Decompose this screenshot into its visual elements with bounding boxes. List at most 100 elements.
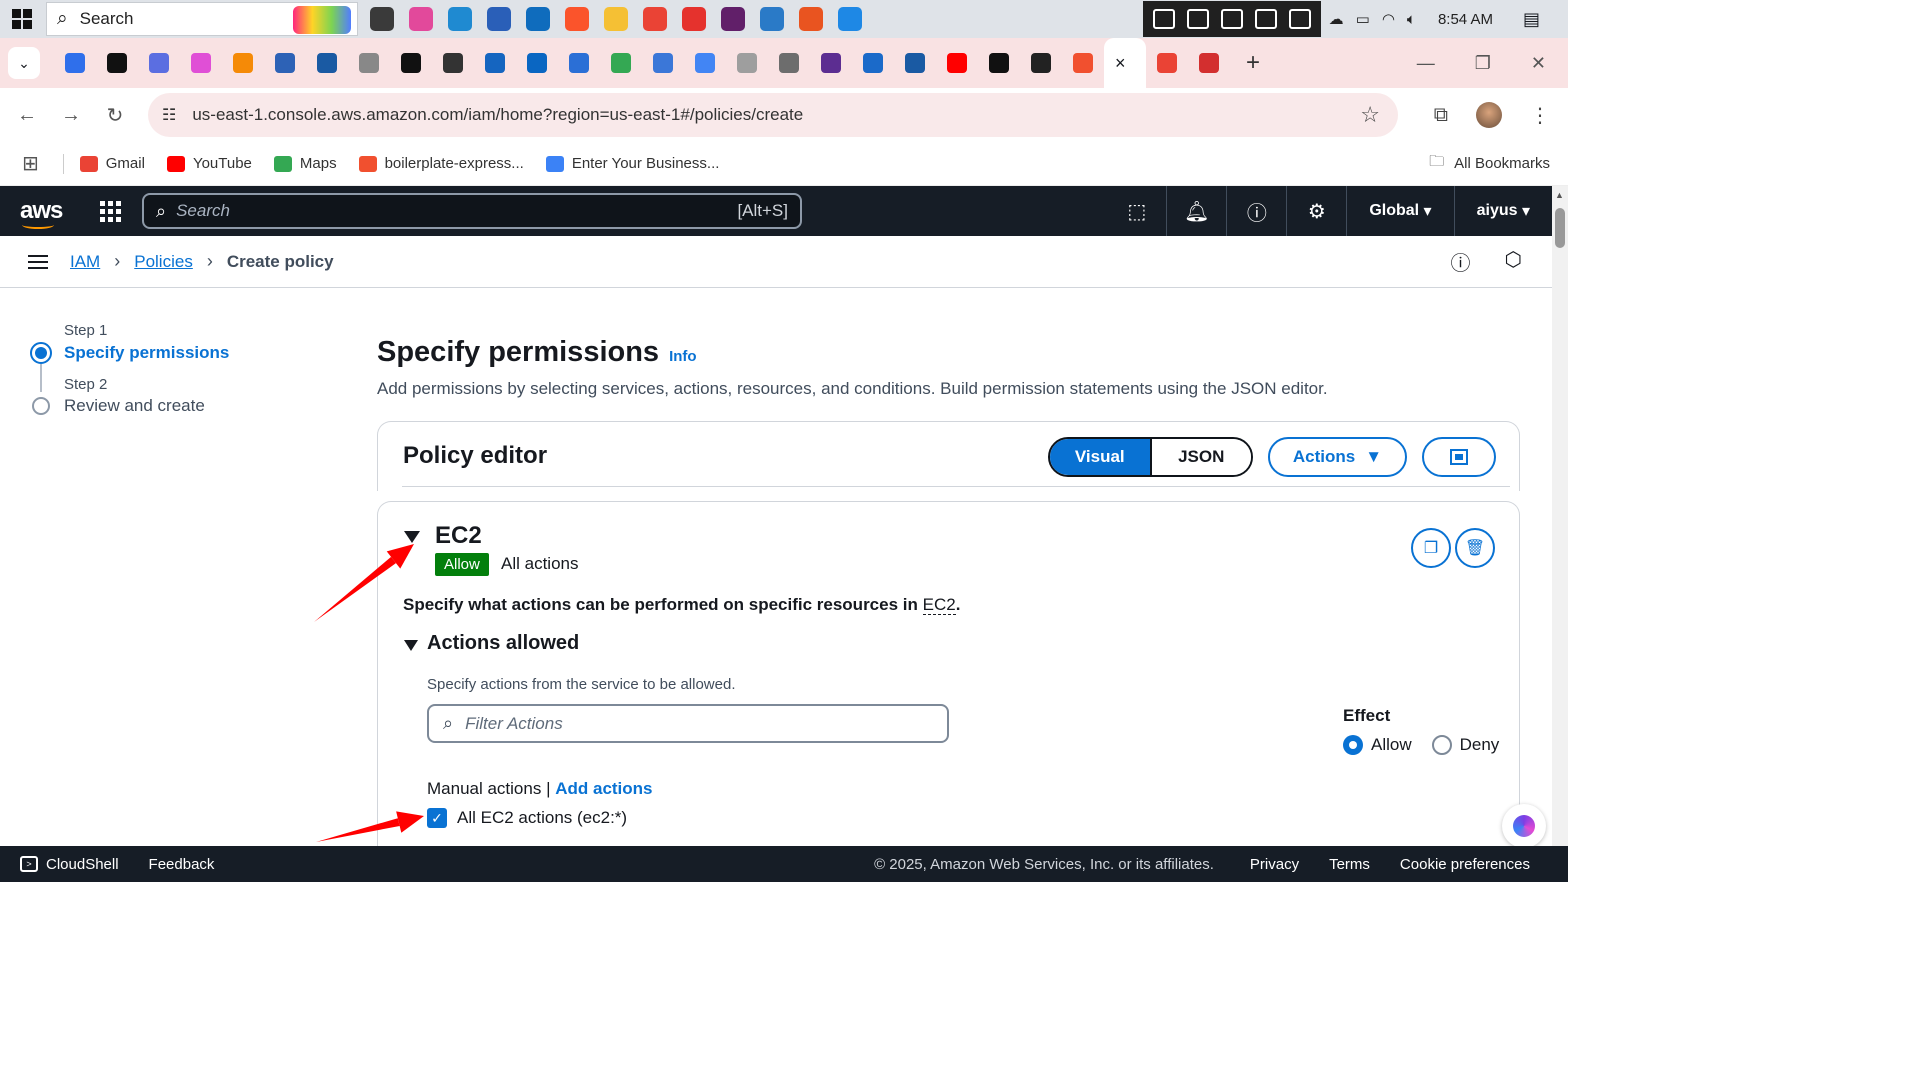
vscode-icon[interactable] [838, 7, 862, 31]
file-explorer-icon[interactable] [604, 7, 628, 31]
settings-gear-icon[interactable]: ⚙ [1287, 186, 1348, 236]
effect-deny-radio[interactable] [1431, 735, 1452, 755]
bookmark-item[interactable]: Enter Your Business... [545, 155, 719, 172]
browser-tab[interactable] [432, 38, 474, 88]
bookmark-item[interactable]: YouTube [166, 155, 252, 172]
bookmark-star-icon[interactable]: ☆ [1360, 102, 1380, 128]
tools-panel-icon[interactable]: ⬡ [1505, 247, 1522, 276]
url-field[interactable]: ☷ us-east-1.console.aws.amazon.com/iam/h… [148, 93, 1398, 137]
region-selector[interactable]: Global ▾ [1347, 186, 1455, 236]
bookmark-item[interactable]: Gmail [79, 155, 145, 172]
scroll-up-icon[interactable]: ▲ [1555, 190, 1564, 200]
new-tab-icon[interactable]: + [1246, 49, 1260, 77]
camera-icon[interactable] [1186, 9, 1209, 29]
aws-search-input[interactable]: ⌕ Search [Alt+S] [142, 193, 802, 229]
site-info-icon[interactable]: ☷ [162, 105, 176, 125]
browser-tab[interactable] [222, 38, 264, 88]
all-ec2-actions-checkbox[interactable]: ✓ [427, 808, 447, 828]
clock[interactable]: 8:54 AM [1438, 11, 1493, 28]
info-panel-icon[interactable]: ⓘ [1451, 247, 1471, 276]
browser-tab[interactable] [810, 38, 852, 88]
browser-tab[interactable] [726, 38, 768, 88]
reload-icon[interactable]: ↻ [93, 103, 137, 128]
bookmark-item[interactable]: boilerplate-express... [358, 155, 524, 172]
chrome-icon[interactable] [643, 7, 667, 31]
bookmark-item[interactable]: Maps [273, 155, 337, 172]
window-icon[interactable] [1254, 9, 1277, 29]
cloudshell-icon[interactable]: ⬚ [1107, 186, 1168, 236]
settings-gear-icon[interactable] [1288, 9, 1311, 29]
duplicate-statement-icon[interactable]: ❐ [1411, 528, 1451, 568]
close-tab-icon[interactable]: × [1115, 53, 1135, 73]
apps-grid-icon[interactable]: ⊞ [22, 151, 39, 176]
windows-start-icon[interactable] [0, 0, 44, 38]
browser-tab[interactable] [54, 38, 96, 88]
actions-allowed-heading[interactable]: Actions allowed [427, 632, 579, 655]
side-nav-menu-icon[interactable] [28, 251, 48, 273]
services-menu-icon[interactable] [100, 200, 121, 222]
browser-tab[interactable] [642, 38, 684, 88]
azure-data-studio-icon[interactable] [760, 7, 784, 31]
outlook-icon[interactable] [526, 7, 550, 31]
browser-tab[interactable] [936, 38, 978, 88]
browser-tab[interactable] [390, 38, 432, 88]
wps-icon[interactable] [682, 7, 706, 31]
browser-tab[interactable] [96, 38, 138, 88]
active-tab[interactable]: × [1104, 38, 1146, 88]
effect-deny-label[interactable]: Deny [1460, 735, 1500, 755]
cookie-preferences-link[interactable]: Cookie preferences [1400, 856, 1530, 873]
step2[interactable]: Review and create [30, 396, 330, 416]
browser-tab[interactable] [768, 38, 810, 88]
json-mode-button[interactable]: JSON [1149, 439, 1251, 475]
tab-search-chevron-icon[interactable]: ⌄ [8, 47, 40, 79]
notification-icon[interactable]: ▤ [1523, 9, 1540, 30]
extensions-icon[interactable]: ⧉ [1434, 104, 1448, 127]
browser-tab[interactable] [348, 38, 390, 88]
browser-tab[interactable] [306, 38, 348, 88]
browser-tab[interactable] [516, 38, 558, 88]
browser-tab[interactable] [600, 38, 642, 88]
weather-icon[interactable]: ☁ [1329, 10, 1344, 28]
scrollbar-thumb[interactable] [1555, 208, 1565, 248]
wifi-icon[interactable]: ◠ [1382, 10, 1395, 28]
actions-allowed-caret-icon[interactable] [404, 640, 418, 651]
volume-icon[interactable]: 🔈︎ [1407, 11, 1416, 28]
all-bookmarks[interactable]: 🗀︎ All Bookmarks [1429, 151, 1550, 176]
video-icon[interactable] [1220, 9, 1243, 29]
terms-link[interactable]: Terms [1329, 856, 1370, 873]
browser-tab[interactable] [558, 38, 600, 88]
forward-icon[interactable]: → [49, 104, 93, 127]
step1[interactable]: Specify permissions [30, 342, 330, 364]
store-icon[interactable] [487, 7, 511, 31]
browser-tab[interactable] [180, 38, 222, 88]
browser-tab[interactable] [1020, 38, 1062, 88]
restore-icon[interactable]: ❐ [1475, 53, 1491, 74]
task-view-icon[interactable] [370, 7, 394, 31]
browser-tab[interactable] [852, 38, 894, 88]
all-ec2-actions-label[interactable]: All EC2 actions (ec2:*) [457, 808, 627, 828]
ubuntu-icon[interactable] [799, 7, 823, 31]
browser-tab[interactable] [978, 38, 1020, 88]
close-window-icon[interactable]: ✕ [1531, 53, 1546, 74]
browser-tab[interactable] [264, 38, 306, 88]
browser-menu-icon[interactable]: ⋮ [1530, 103, 1550, 128]
profile-avatar[interactable] [1476, 102, 1502, 128]
copilot-icon[interactable] [409, 7, 433, 31]
add-actions-link[interactable]: Add actions [555, 779, 652, 798]
browser-tab[interactable] [474, 38, 516, 88]
brave-icon[interactable] [565, 7, 589, 31]
snip-icon[interactable] [1152, 9, 1175, 29]
browser-tab[interactable] [684, 38, 726, 88]
visual-mode-button[interactable]: Visual [1050, 439, 1150, 475]
screen-capture-toolbar[interactable] [1142, 1, 1321, 37]
info-link[interactable]: Info [669, 348, 697, 365]
collapse-caret-icon[interactable] [404, 531, 420, 543]
effect-allow-label[interactable]: Allow [1371, 735, 1412, 755]
delete-statement-icon[interactable]: 🗑︎ [1455, 528, 1495, 568]
browser-tab[interactable] [1062, 38, 1104, 88]
spec-service[interactable]: EC2 [922, 595, 956, 615]
slack-icon[interactable] [721, 7, 745, 31]
breadcrumb-iam-link[interactable]: IAM [70, 252, 100, 272]
panel-toggle-button[interactable] [1422, 437, 1496, 477]
filter-actions-input[interactable]: ⌕ Filter Actions [427, 704, 949, 743]
